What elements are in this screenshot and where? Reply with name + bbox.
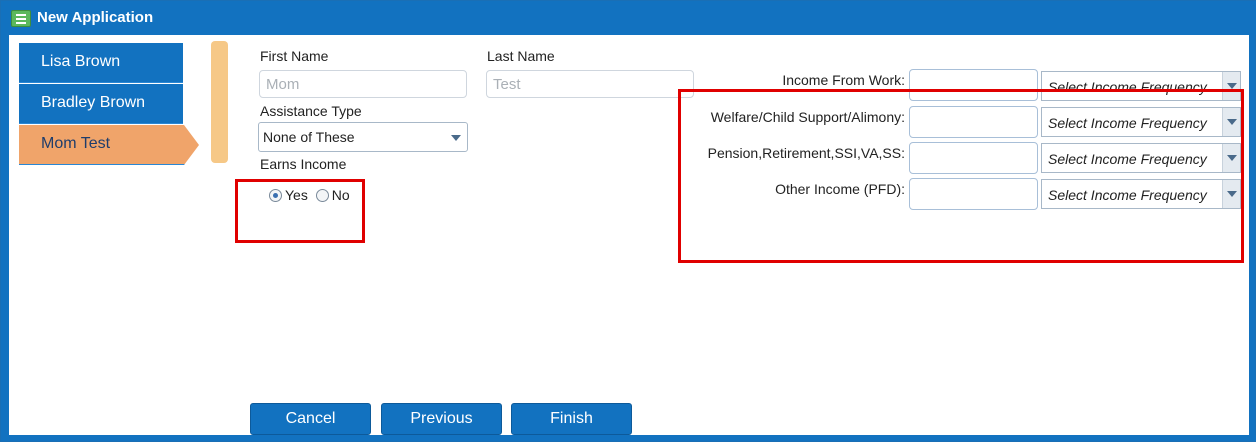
highlight-box-other-income [678,89,1244,263]
last-name-input[interactable] [486,70,694,98]
assistance-type-label: Assistance Type [260,103,362,119]
chevron-down-icon [451,135,461,141]
first-name-input[interactable] [259,70,467,98]
person-tab-bradley-brown[interactable]: Bradley Brown [19,84,183,124]
title-bar: New Application [1,1,1256,35]
assistance-type-value: None of These [263,129,355,145]
tab-divider [211,41,228,163]
previous-button[interactable]: Previous [381,403,502,435]
highlight-box-earns-income [235,179,365,243]
earns-income-label: Earns Income [260,156,347,172]
person-tab-lisa-brown[interactable]: Lisa Brown [19,43,183,83]
assistance-type-select[interactable]: None of These [258,122,468,152]
frame-bottom [1,435,1256,441]
last-name-label: Last Name [487,48,555,64]
person-tab-mom-test[interactable]: Mom Test [19,125,199,165]
frame-left [1,35,9,441]
application-window: New Application Lisa Brown Bradley Brown… [0,0,1256,442]
frame-right [1249,35,1255,441]
form-icon [11,10,31,27]
window-title: New Application [37,9,154,26]
finish-button[interactable]: Finish [511,403,632,435]
income-label-work: Income From Work: [782,72,905,88]
first-name-label: First Name [260,48,329,64]
cancel-button[interactable]: Cancel [250,403,371,435]
